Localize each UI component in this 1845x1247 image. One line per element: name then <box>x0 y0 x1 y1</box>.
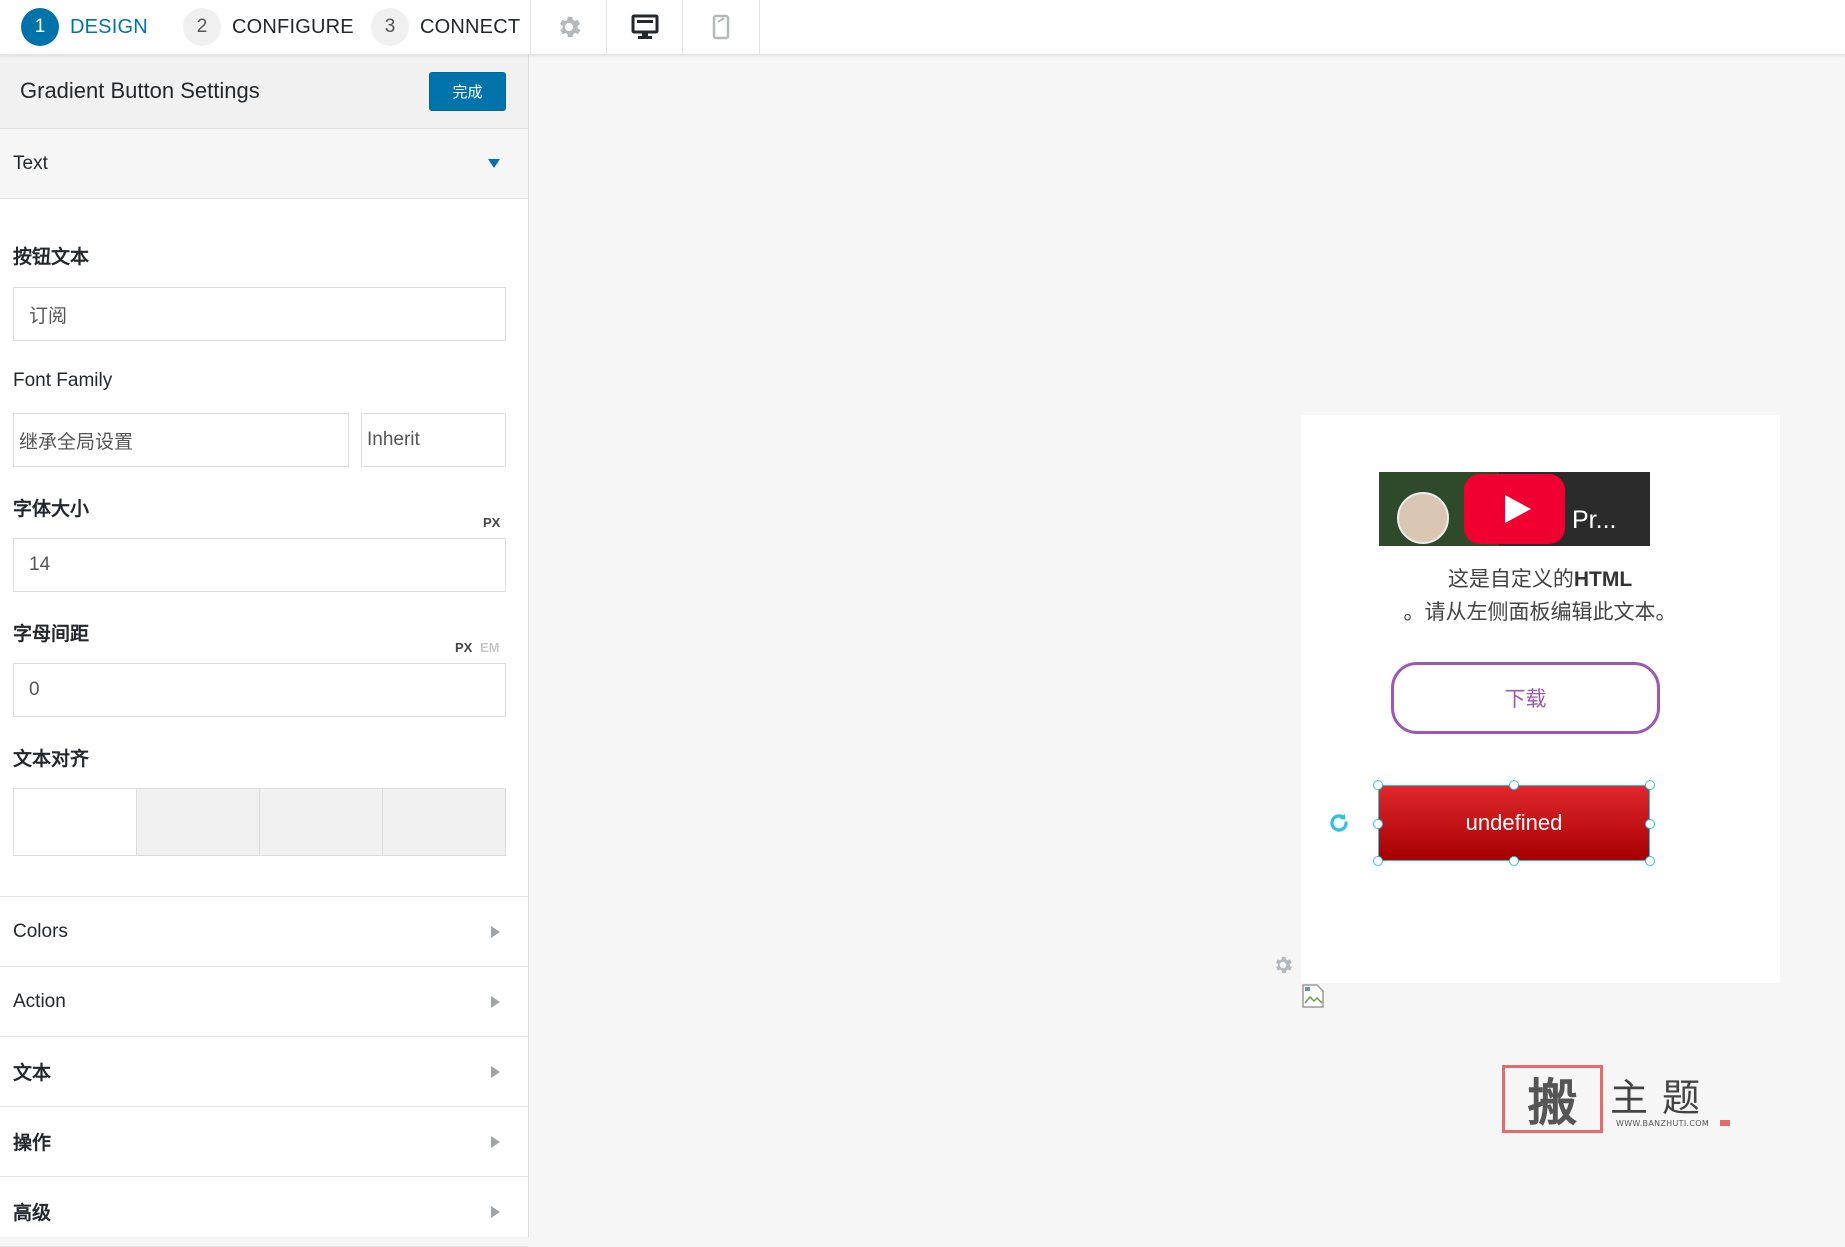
settings-button[interactable] <box>530 0 607 54</box>
watermark-url: WWW.BANZHUTI.COM <box>1616 1119 1710 1128</box>
letter-spacing-input[interactable]: 0 <box>13 663 506 717</box>
play-icon <box>1504 495 1531 523</box>
unit-px[interactable]: PX <box>455 640 472 655</box>
section-title: Text <box>13 152 48 174</box>
resize-handle-left[interactable] <box>1373 819 1383 829</box>
caret-right-icon <box>491 1205 500 1218</box>
font-weight-select[interactable]: Inherit <box>361 413 506 467</box>
watermark-text: 主题 <box>1610 1076 1715 1120</box>
text-align-label: 文本对齐 <box>13 749 90 770</box>
section-title: Action <box>13 990 66 1012</box>
html-text-pre: 这是自定义的 <box>1447 568 1574 591</box>
resize-handle-top-right[interactable] <box>1645 780 1655 790</box>
button-text-label: 按钮文本 <box>13 247 90 268</box>
caret-right-icon <box>491 1065 500 1078</box>
caret-right-icon <box>491 925 500 938</box>
align-justify-option[interactable] <box>383 789 505 855</box>
text-align-options <box>13 788 506 856</box>
panel-header: Gradient Button Settings 完成 <box>0 54 528 129</box>
caret-right-icon <box>491 1135 500 1148</box>
step-design[interactable]: 1 DESIGN <box>21 0 148 54</box>
mobile-icon <box>712 14 730 40</box>
section-title: Colors <box>13 920 68 942</box>
mobile-view-button[interactable] <box>682 0 760 54</box>
rotate-icon[interactable] <box>1326 810 1352 836</box>
done-button[interactable]: 完成 <box>429 71 506 111</box>
builder-toolbar: 1 DESIGN 2 CONFIGURE 3 CONNECT <box>0 0 1845 55</box>
section-title: 文本 <box>13 1063 52 1084</box>
section-action-toggle[interactable]: Action <box>0 967 528 1037</box>
resize-handle-bottom-right[interactable] <box>1645 856 1655 866</box>
letter-spacing-label: 字母间距 <box>13 624 90 645</box>
resize-handle-bottom-left[interactable] <box>1373 856 1383 866</box>
unit-px[interactable]: PX <box>483 515 500 530</box>
panel-title: Gradient Button Settings <box>20 78 260 103</box>
caret-right-icon <box>491 995 500 1008</box>
selection-frame <box>1378 785 1650 861</box>
step-label: CONNECT <box>420 15 521 38</box>
section-text-toggle[interactable]: Text <box>0 129 528 199</box>
video-embed[interactable]: Pr... <box>1379 472 1650 546</box>
resize-handle-bottom[interactable] <box>1509 856 1519 866</box>
section-colors-toggle[interactable]: Colors <box>0 897 528 967</box>
collapsed-sections: Colors Action 文本 操作 高级 <box>0 896 528 1247</box>
unit-em[interactable]: EM <box>480 640 500 655</box>
channel-avatar <box>1397 492 1449 544</box>
section-title: 高级 <box>13 1203 52 1224</box>
step-label: DESIGN <box>70 15 148 38</box>
step-number: 1 <box>21 8 59 46</box>
font-family-select[interactable]: 继承全局设置 <box>13 413 349 467</box>
step-number: 2 <box>183 8 221 46</box>
button-text-input[interactable]: 订阅 <box>13 287 506 341</box>
gear-icon <box>560 16 581 38</box>
video-title: Pr... <box>1572 506 1617 534</box>
resize-handle-top[interactable] <box>1509 780 1519 790</box>
html-text-bold: HTML <box>1573 568 1633 591</box>
section-title: 操作 <box>13 1133 52 1154</box>
desktop-view-button[interactable] <box>606 0 683 54</box>
html-text-post: 。请从左侧面板编辑此文本。 <box>1403 601 1677 624</box>
watermark-mark <box>1720 1120 1730 1126</box>
font-size-label: 字体大小 <box>13 499 90 520</box>
step-number: 3 <box>371 8 409 46</box>
align-left-option[interactable] <box>14 789 137 855</box>
caret-down-icon <box>488 159 500 168</box>
resize-handle-right[interactable] <box>1645 819 1655 829</box>
desktop-icon <box>631 14 659 39</box>
resize-handle-top-left[interactable] <box>1373 780 1383 790</box>
custom-html-text[interactable]: 这是自定义的HTML 。请从左侧面板编辑此文本。 <box>1320 563 1760 629</box>
step-connect[interactable]: 3 CONNECT <box>371 0 520 54</box>
align-center-option[interactable] <box>137 789 260 855</box>
broken-image-icon <box>1302 984 1324 1008</box>
watermark-stamp: 搬 <box>1502 1065 1603 1133</box>
font-family-label: Font Family <box>13 370 113 391</box>
download-button[interactable]: 下载 <box>1391 662 1660 734</box>
font-size-input[interactable]: 14 <box>13 538 506 592</box>
align-right-option[interactable] <box>260 789 383 855</box>
gear-icon[interactable] <box>1272 954 1294 976</box>
section-cn-action-toggle[interactable]: 操作 <box>0 1107 528 1177</box>
step-configure[interactable]: 2 CONFIGURE <box>183 0 354 54</box>
step-label: CONFIGURE <box>232 15 354 38</box>
watermark-logo: 搬 主题 WWW.BANZHUTI.COM <box>1502 1063 1734 1135</box>
video-play-button[interactable] <box>1464 474 1565 544</box>
section-cn-text-toggle[interactable]: 文本 <box>0 1037 528 1107</box>
